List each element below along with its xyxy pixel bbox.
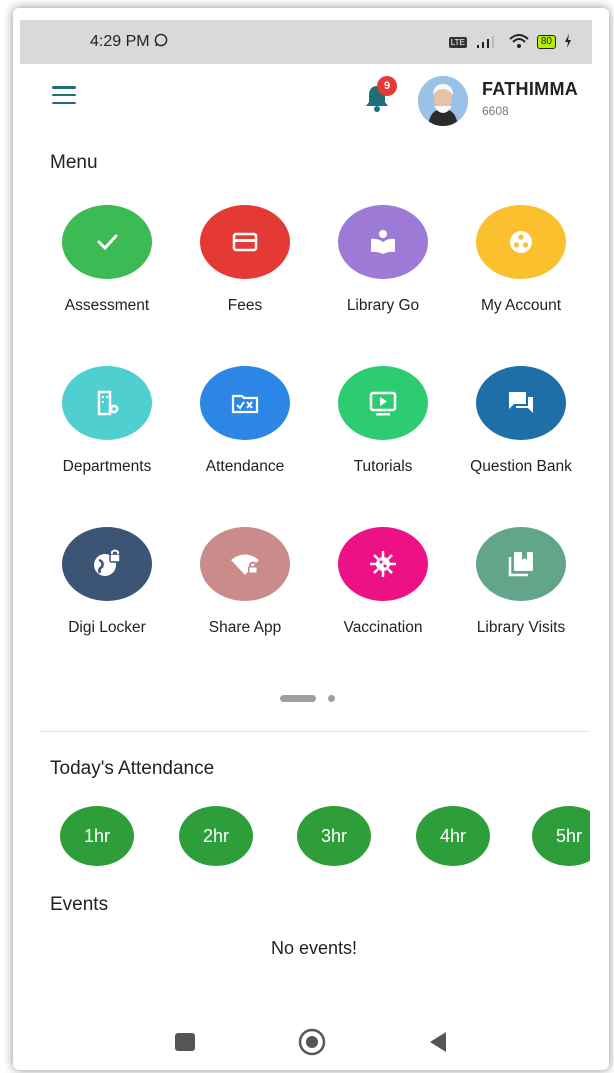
back-button[interactable] — [428, 1031, 448, 1058]
status-bar: 4:29 PM LTE 80 — [20, 20, 592, 64]
whatsapp-icon — [154, 33, 168, 52]
wifi-icon — [509, 33, 529, 52]
menu-item-departments[interactable]: Departments — [38, 366, 176, 476]
menu-item-label: My Account — [480, 297, 562, 314]
check-icon — [97, 234, 118, 251]
app-header: 9 FATHIMMA 6608 — [20, 64, 592, 128]
menu-item-question-bank[interactable]: Question Bank — [452, 366, 590, 476]
menu-item-label: Fees — [227, 297, 263, 314]
battery-icon: 80 — [536, 35, 556, 49]
page-indicator-dot — [328, 695, 335, 702]
play-screen-icon — [369, 391, 397, 416]
folder-check-icon — [231, 394, 259, 414]
page-indicator[interactable] — [280, 695, 335, 702]
menu-item-label: Digi Locker — [68, 619, 146, 636]
account-circle-icon — [510, 231, 532, 253]
divider — [40, 731, 588, 732]
virus-icon — [370, 551, 396, 577]
user-id: 6608 — [482, 104, 509, 118]
menu-item-vaccination[interactable]: Vaccination — [314, 527, 452, 637]
attendance-hour-4[interactable]: 4hr — [416, 806, 490, 866]
volte-icon: LTE — [448, 36, 467, 48]
menu-item-label: Tutorials — [353, 458, 413, 475]
menu-item-label: Departments — [62, 458, 152, 475]
menu-item-digi-locker[interactable]: Digi Locker — [38, 527, 176, 637]
notification-button[interactable]: 9 — [363, 76, 397, 114]
signal-icon — [475, 34, 501, 51]
recents-button[interactable] — [174, 1032, 196, 1057]
attendance-hour-5[interactable]: 5hr — [532, 806, 590, 866]
wifi-lock-icon — [231, 554, 259, 575]
attendance-hour-3[interactable]: 3hr — [297, 806, 371, 866]
menu-hamburger-icon[interactable] — [52, 86, 76, 104]
menu-section-title: Menu — [50, 152, 98, 173]
home-circle-icon — [298, 1028, 326, 1056]
attendance-hours-row[interactable]: 1hr 2hr 3hr 4hr 5hr — [60, 806, 590, 868]
globe-lock-icon — [94, 549, 121, 576]
menu-item-label: Vaccination — [343, 619, 423, 636]
bookmark-stack-icon — [508, 552, 533, 577]
square-icon — [175, 1033, 195, 1051]
menu-item-label: Library Go — [346, 297, 420, 314]
card-icon — [232, 232, 258, 252]
no-events-message: No events! — [270, 938, 358, 958]
menu-item-label: Attendance — [205, 458, 285, 475]
menu-item-attendance[interactable]: Attendance — [176, 366, 314, 476]
notification-badge: 9 — [377, 76, 397, 96]
charging-icon — [564, 33, 572, 51]
menu-item-share-app[interactable]: Share App — [176, 527, 314, 637]
events-section-title: Events — [50, 894, 109, 915]
menu-item-fees[interactable]: Fees — [176, 205, 314, 315]
chat-icon — [509, 392, 533, 413]
system-nav-bar — [0, 1020, 614, 1064]
home-button[interactable] — [297, 1027, 327, 1062]
building-gear-icon — [97, 390, 119, 416]
menu-item-assessment[interactable]: Assessment — [38, 205, 176, 315]
menu-item-library-go[interactable]: Library Go — [314, 205, 452, 315]
back-triangle-icon — [430, 1032, 446, 1052]
status-time: 4:29 PM — [90, 33, 150, 50]
menu-item-label: Question Bank — [470, 458, 572, 475]
page-indicator-active — [280, 695, 316, 702]
menu-item-label: Library Visits — [476, 619, 566, 636]
avatar[interactable] — [418, 76, 468, 126]
menu-item-my-account[interactable]: My Account — [452, 205, 590, 315]
attendance-hour-2[interactable]: 2hr — [179, 806, 253, 866]
attendance-section-title: Today's Attendance — [50, 758, 215, 779]
book-reader-icon — [371, 230, 395, 254]
menu-item-label: Assessment — [64, 297, 150, 314]
menu-item-tutorials[interactable]: Tutorials — [314, 366, 452, 476]
menu-item-label: Share App — [208, 619, 282, 636]
attendance-hour-1[interactable]: 1hr — [60, 806, 134, 866]
menu-item-library-visits[interactable]: Library Visits — [452, 527, 590, 637]
user-name: FATHIMMA — [482, 79, 579, 99]
